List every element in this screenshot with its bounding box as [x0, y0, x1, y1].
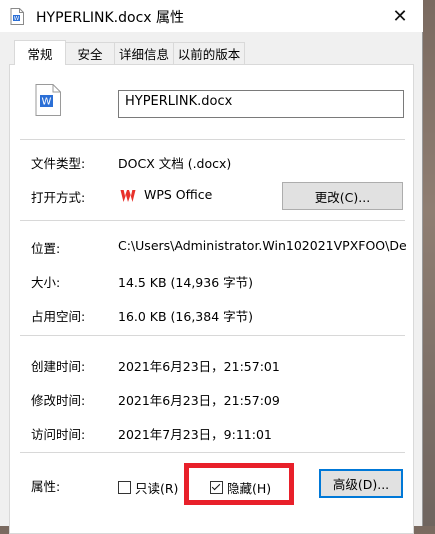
annotation-highlight-box	[184, 463, 294, 505]
size-value: 14.5 KB (14,936 字节)	[118, 275, 254, 290]
close-icon: ✕	[392, 5, 408, 27]
window-title: HYPERLINK.docx 属性	[36, 10, 185, 26]
file-name-field[interactable]: HYPERLINK.docx	[118, 90, 404, 118]
opens-with-value: WPS Office	[144, 187, 213, 202]
file-type-value: DOCX 文档 (.docx)	[118, 156, 232, 171]
tab-general[interactable]: 常规	[14, 40, 66, 65]
created-value: 2021年6月23日，21:57:01	[118, 359, 280, 374]
readonly-checkbox[interactable]: 只读(R)	[118, 478, 178, 497]
accessed-label: 访问时间:	[31, 427, 86, 442]
wps-logo-icon	[120, 190, 136, 202]
created-label: 创建时间:	[31, 359, 86, 374]
size-label: 大小:	[31, 275, 61, 290]
svg-text:W: W	[42, 97, 52, 108]
accessed-value: 2021年7月23日，9:11:01	[118, 427, 272, 442]
attributes-label: 属性:	[31, 479, 61, 494]
location-value: C:\Users\Administrator.Win102021VPXFOO\D…	[118, 238, 406, 253]
divider	[20, 220, 405, 221]
divider	[20, 335, 405, 336]
tab-previous-versions[interactable]: 以前的版本	[173, 42, 245, 64]
word-document-icon: W	[10, 8, 24, 25]
readonly-checkbox-box[interactable]	[118, 481, 131, 494]
file-type-label: 文件类型:	[31, 156, 86, 171]
opens-with-label: 打开方式:	[31, 190, 86, 205]
size-on-disk-label: 占用空间:	[31, 309, 86, 324]
location-label: 位置:	[31, 241, 61, 256]
change-button[interactable]: 更改(C)...	[282, 182, 403, 210]
divider	[20, 139, 405, 140]
divider	[20, 452, 405, 453]
advanced-button[interactable]: 高级(D)...	[319, 469, 403, 498]
word-document-icon: W	[35, 84, 61, 116]
readonly-checkbox-label: 只读(R)	[135, 481, 179, 496]
close-button[interactable]: ✕	[377, 0, 423, 32]
svg-text:W: W	[14, 16, 20, 22]
tab-details[interactable]: 详细信息	[114, 42, 174, 64]
size-on-disk-value: 16.0 KB (16,384 字节)	[118, 309, 254, 324]
modified-value: 2021年6月23日，21:57:09	[118, 393, 280, 408]
properties-dialog: W HYPERLINK.docx 属性 ✕ 常规 安全 详细信息 以前的版本 W…	[0, 0, 423, 534]
modified-label: 修改时间:	[31, 393, 86, 408]
title-bar[interactable]: W HYPERLINK.docx 属性 ✕	[0, 0, 423, 32]
tab-security[interactable]: 安全	[65, 42, 115, 64]
